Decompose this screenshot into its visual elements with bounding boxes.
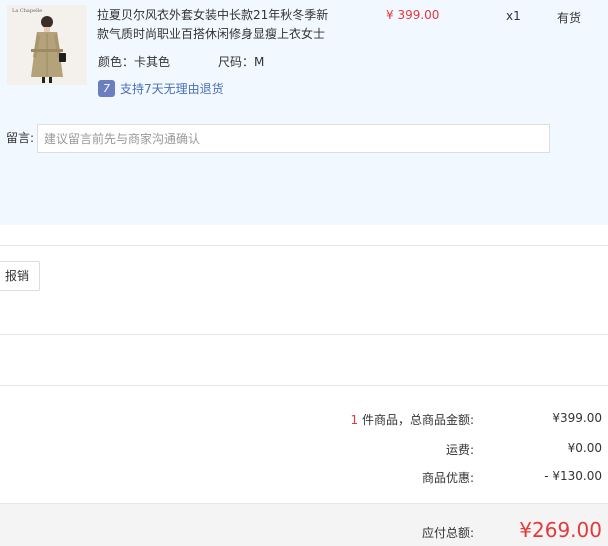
divider xyxy=(0,385,608,386)
stock-status: 有货 xyxy=(557,11,582,25)
goods-amount-label: 1 件商品，总商品金额: xyxy=(351,411,475,428)
invoice-button-label: 报销 xyxy=(5,269,30,283)
total-amount: ¥269.00 xyxy=(519,518,602,542)
message-label: 留言: xyxy=(6,131,35,145)
product-price: ¥ 399.00 xyxy=(386,8,440,22)
return-policy-text: 支持7天无理由退货 xyxy=(120,81,224,96)
return-policy: 7 支持7天无理由退货 xyxy=(98,79,224,97)
divider xyxy=(0,334,608,335)
total-label: 应付总额: xyxy=(421,526,474,540)
goods-amount-value: ¥399.00 xyxy=(552,411,602,425)
divider xyxy=(0,245,608,246)
goods-amount-label-text: 件商品，总商品金额: xyxy=(358,413,474,427)
discount-value: - ¥130.00 xyxy=(544,469,602,483)
message-input[interactable] xyxy=(37,124,550,153)
product-thumbnail[interactable]: La Chapelle xyxy=(7,5,87,85)
return-policy-icon: 7 xyxy=(98,79,115,97)
total-bar xyxy=(0,503,608,546)
item-count: 1 xyxy=(350,413,359,427)
color-attribute: 颜色：卡其色 xyxy=(98,55,171,69)
size-attribute: 尺码：M xyxy=(218,55,265,69)
trench-coat-model-image xyxy=(7,5,87,85)
invoice-reimburse-button[interactable]: 报销 xyxy=(0,261,41,291)
shipping-value: ¥0.00 xyxy=(567,441,602,455)
discount-label: 商品优惠: xyxy=(421,471,474,485)
brand-logo-text: La Chapelle xyxy=(12,8,43,14)
shipping-label: 运费: xyxy=(445,443,474,457)
product-quantity: x1 xyxy=(506,9,521,23)
product-name-link[interactable]: 拉夏贝尔风衣外套女装中长款21年秋冬季新款气质时尚职业百搭休闲修身显瘦上衣女士 xyxy=(97,6,337,44)
